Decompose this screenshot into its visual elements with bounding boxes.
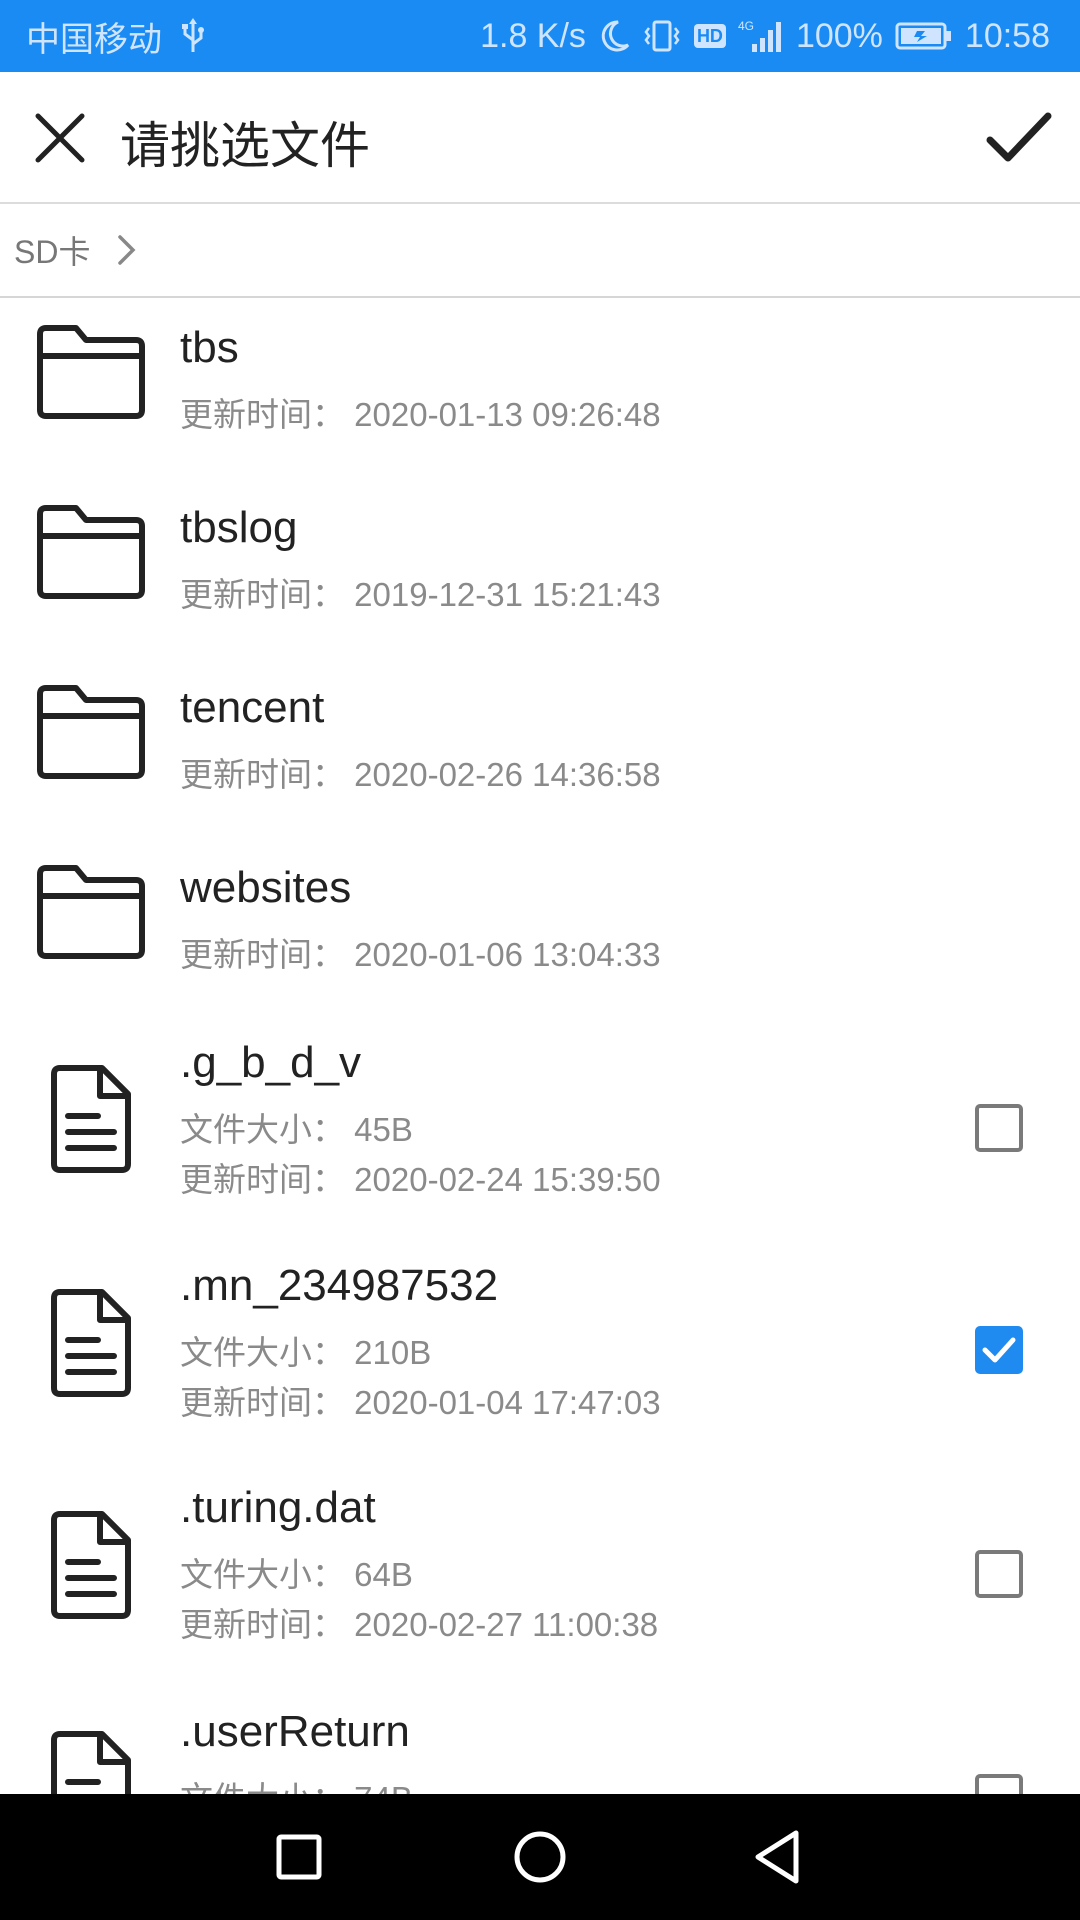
folder-icon	[37, 865, 145, 959]
updated-time: 更新时间： 2020-01-06 13:04:33	[180, 936, 661, 973]
page-title: 请挑选文件	[120, 118, 370, 174]
file-size: 文件大小： 64B	[180, 1556, 413, 1593]
list-item[interactable]: .mn_234987532 文件大小： 210B 更新时间： 2020-01-0…	[0, 1240, 1080, 1464]
close-icon	[35, 113, 85, 163]
network-type-label: 4G	[738, 19, 754, 33]
moon-icon	[598, 19, 630, 53]
updated-time: 更新时间： 2019-12-31 15:21:43	[180, 576, 661, 613]
document-icon	[51, 1511, 131, 1619]
check-icon	[982, 1337, 1016, 1363]
folder-icon	[37, 505, 145, 599]
updated-time: 更新时间： 2020-02-26 14:36:58	[180, 756, 661, 793]
updated-time: 更新时间： 2020-02-24 15:39:50	[180, 1161, 661, 1198]
carrier-name: 中国移动	[26, 20, 162, 59]
network-speed: 1.8 K/s	[480, 16, 586, 55]
file-name: tbslog	[180, 503, 298, 552]
navigation-bar	[0, 1794, 1080, 1920]
file-checkbox-checked[interactable]	[975, 1326, 1023, 1374]
checkmark-icon	[986, 112, 1052, 162]
file-name: .turing.dat	[180, 1483, 376, 1532]
updated-time: 更新时间： 2020-01-04 17:47:03	[180, 1384, 661, 1421]
folder-icon	[37, 685, 145, 779]
confirm-button[interactable]	[984, 108, 1054, 168]
battery-percent: 100%	[795, 16, 883, 55]
list-item[interactable]: tbslog 更新时间： 2019-12-31 15:21:43	[0, 478, 1080, 658]
list-item[interactable]: .userReturn 文件大小： 74B	[0, 1688, 1080, 1794]
file-size: 文件大小： 45B	[180, 1111, 413, 1148]
updated-time: 更新时间： 2020-02-27 11:00:38	[180, 1606, 659, 1643]
file-size: 文件大小： 210B	[180, 1334, 432, 1371]
close-button[interactable]	[30, 108, 90, 168]
list-item[interactable]: tencent 更新时间： 2020-02-26 14:36:58	[0, 658, 1080, 838]
signal-icon: 4G	[738, 18, 784, 54]
file-name: .userReturn	[180, 1707, 410, 1756]
file-name: .g_b_d_v	[180, 1038, 362, 1087]
back-button[interactable]	[748, 1824, 814, 1890]
document-icon	[51, 1065, 131, 1173]
back-icon	[755, 1830, 799, 1884]
recent-apps-icon	[276, 1834, 322, 1880]
battery-icon	[895, 21, 953, 51]
file-name: .mn_234987532	[180, 1261, 499, 1310]
list-item[interactable]: websites 更新时间： 2020-01-06 13:04:33	[0, 838, 1080, 1018]
breadcrumb: SD卡	[0, 204, 1080, 298]
recent-apps-button[interactable]	[266, 1824, 332, 1890]
updated-time: 更新时间： 2020-01-13 09:26:48	[180, 396, 661, 433]
list-item[interactable]: .g_b_d_v 文件大小： 45B 更新时间： 2020-02-24 15:3…	[0, 1018, 1080, 1240]
file-checkbox[interactable]	[975, 1774, 1023, 1794]
list-item[interactable]: .turing.dat 文件大小： 64B 更新时间： 2020-02-27 1…	[0, 1464, 1080, 1688]
status-bar: 中国移动 1.8 K/s HD 4G 100% 10:58	[0, 0, 1080, 72]
file-name: websites	[180, 863, 352, 912]
folder-icon	[37, 325, 145, 419]
list-item[interactable]: tbs 更新时间： 2020-01-13 09:26:48	[0, 298, 1080, 478]
document-icon	[51, 1289, 131, 1397]
vibrate-icon	[642, 19, 682, 53]
file-name: tencent	[180, 683, 325, 732]
file-name: tbs	[180, 323, 239, 372]
home-button[interactable]	[507, 1824, 573, 1890]
breadcrumb-item-sd-card[interactable]: SD卡	[14, 227, 90, 273]
file-checkbox[interactable]	[975, 1550, 1023, 1598]
home-icon	[514, 1831, 566, 1883]
chevron-right-icon	[118, 235, 136, 265]
document-icon	[51, 1731, 131, 1794]
file-size: 文件大小： 74B	[180, 1772, 413, 1794]
title-bar: 请挑选文件	[0, 72, 1080, 204]
usb-icon	[180, 18, 206, 54]
clock: 10:58	[964, 16, 1050, 55]
hd-badge: HD	[693, 24, 726, 48]
file-checkbox[interactable]	[975, 1104, 1023, 1152]
